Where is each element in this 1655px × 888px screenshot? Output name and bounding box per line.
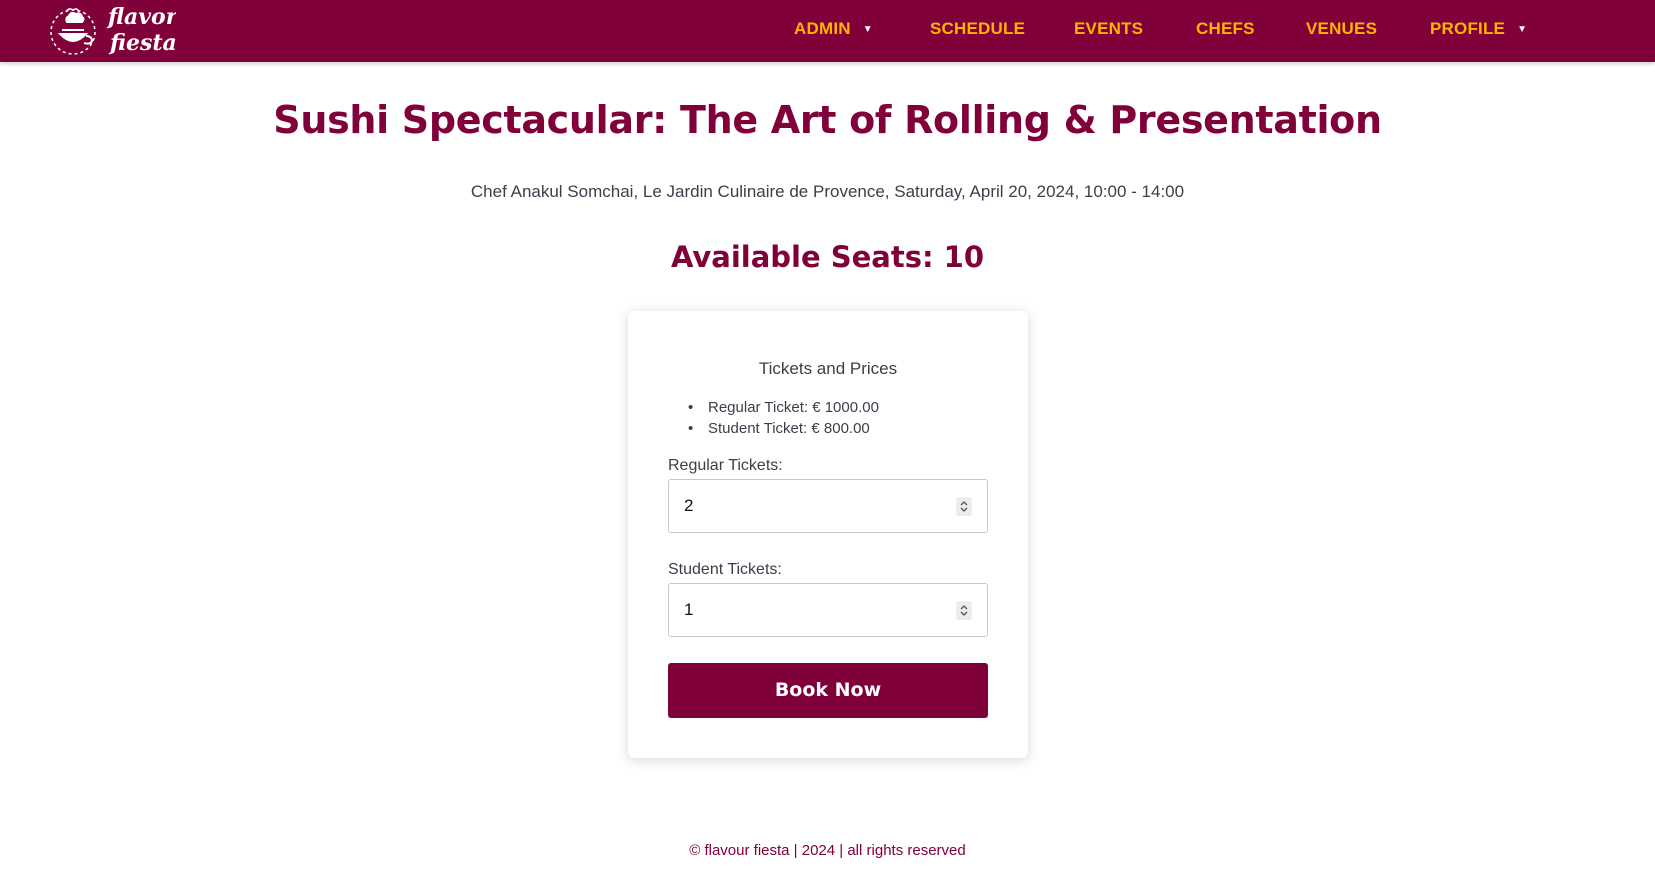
number-spinner-icon[interactable] — [956, 497, 972, 516]
brand-logo[interactable]: flavor fiesta — [46, 0, 179, 60]
caret-down-icon: ▼ — [862, 24, 873, 35]
nav-profile-label: PROFILE — [1430, 19, 1506, 38]
nav-profile[interactable]: PROFILE ▼ — [1430, 19, 1527, 41]
booking-card: Tickets and Prices • Regular Ticket: € 10… — [628, 311, 1028, 758]
bullet-icon: • — [688, 420, 694, 437]
event-title: Sushi Spectacular: The Art of Rolling & … — [273, 98, 1382, 142]
regular-tickets-label: Regular Tickets: — [668, 457, 783, 474]
price-item-label: Student Ticket: € 800.00 — [708, 420, 870, 437]
event-details: Chef Anakul Somchai, Le Jardin Culinaire… — [470, 182, 1185, 201]
nav-schedule-label: SCHEDULE — [930, 19, 1026, 38]
caret-down-icon: ▼ — [1517, 24, 1528, 35]
nav-venues[interactable]: VENUES — [1306, 19, 1377, 41]
footer-copyright: © flavour fiesta | 2024 | all rights res… — [689, 842, 966, 859]
student-tickets-value: 1 — [684, 600, 694, 619]
top-navbar: flavor fiesta ADMIN ▼ SCHEDULE EVENTS CHE… — [0, 0, 1655, 62]
bullet-icon: • — [688, 399, 694, 416]
price-list: • Regular Ticket: € 1000.00 • Student Tick… — [688, 397, 879, 439]
nav-chefs[interactable]: CHEFS — [1196, 19, 1255, 41]
svg-text:fiesta: fiesta — [108, 30, 176, 56]
regular-tickets-input[interactable]: 2 — [668, 479, 988, 533]
student-tickets-label: Student Tickets: — [668, 561, 782, 578]
book-now-button[interactable]: Book Now — [668, 663, 988, 718]
regular-tickets-value: 2 — [684, 496, 694, 515]
nav-events[interactable]: EVENTS — [1074, 19, 1143, 41]
tickets-heading: Tickets and Prices — [758, 359, 898, 378]
available-seats: Available Seats: 10 — [670, 240, 985, 274]
price-item-label: Regular Ticket: € 1000.00 — [708, 399, 879, 416]
chef-hat-logo-icon: flavor fiesta — [50, 4, 179, 56]
nav-chefs-label: CHEFS — [1196, 19, 1255, 38]
price-item-regular: • Regular Ticket: € 1000.00 — [688, 397, 879, 418]
nav-schedule[interactable]: SCHEDULE — [930, 19, 1025, 41]
nav-events-label: EVENTS — [1074, 19, 1144, 38]
price-item-student: • Student Ticket: € 800.00 — [688, 418, 879, 439]
nav-admin[interactable]: ADMIN ▼ — [794, 19, 873, 41]
student-tickets-input[interactable]: 1 — [668, 583, 988, 637]
number-spinner-icon[interactable] — [956, 601, 972, 620]
nav-venues-label: VENUES — [1306, 19, 1378, 38]
svg-text:flavor: flavor — [106, 4, 176, 30]
nav-admin-label: ADMIN — [794, 19, 851, 38]
